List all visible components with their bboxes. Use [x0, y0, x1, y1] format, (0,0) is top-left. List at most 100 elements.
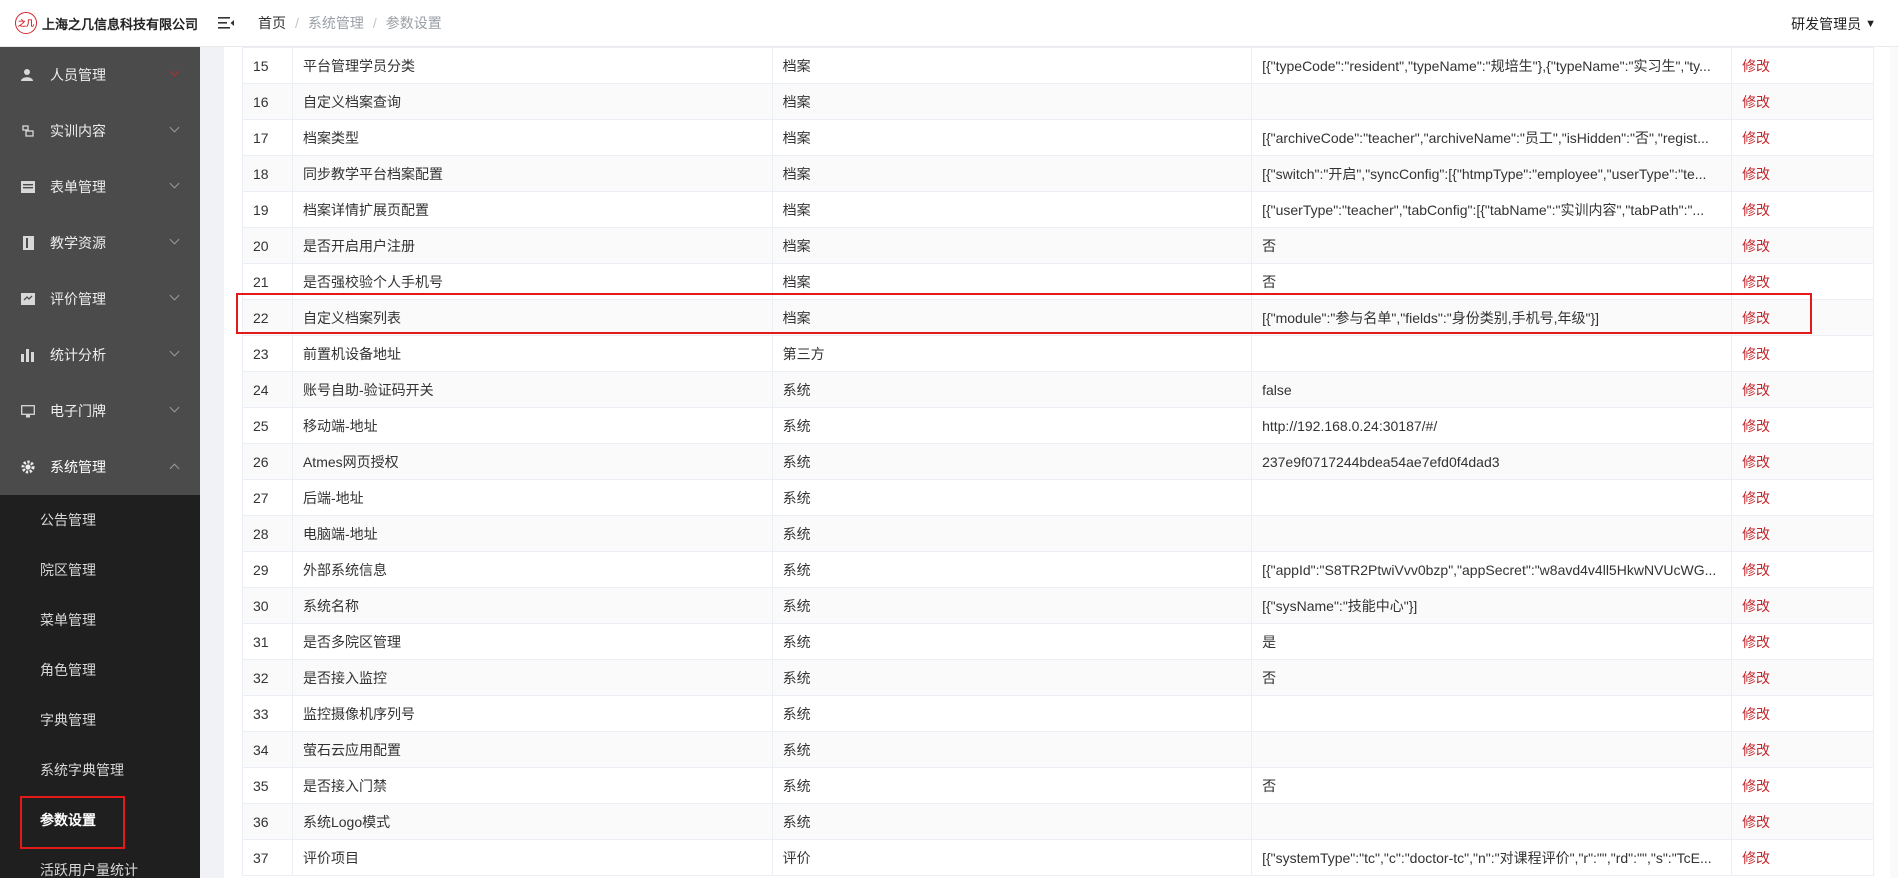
param-value: 237e9f0717244bdea54ae7efd0f4dad3 [1251, 443, 1733, 480]
sidebar-item-system[interactable]: 系统管理 [0, 439, 200, 495]
edit-link[interactable]: 修改 [1742, 814, 1770, 830]
edit-link[interactable]: 修改 [1742, 346, 1770, 362]
edit-link[interactable]: 修改 [1742, 382, 1770, 398]
edit-link[interactable]: 修改 [1742, 490, 1770, 506]
edit-link[interactable]: 修改 [1742, 706, 1770, 722]
operation-cell: 修改 [1731, 119, 1874, 156]
param-value [1251, 803, 1733, 840]
edit-link[interactable]: 修改 [1742, 778, 1770, 794]
param-type: 档案 [771, 299, 1253, 336]
sidebar-item-resources[interactable]: 教学资源 [0, 215, 200, 271]
menu-toggle-icon[interactable] [214, 0, 238, 47]
row-number: 32 [242, 659, 293, 696]
edit-link[interactable]: 修改 [1742, 634, 1770, 650]
gear-icon [20, 459, 36, 475]
table-row: 36 系统Logo模式 系统 修改 [242, 803, 1874, 840]
param-value: 否 [1251, 767, 1733, 804]
submenu-item-parameters[interactable]: 参数设置 [0, 795, 200, 849]
edit-link[interactable]: 修改 [1742, 454, 1770, 470]
logo[interactable]: 之几 上海之几信息科技有限公司 [0, 0, 200, 47]
parameter-table: 15 平台管理学员分类 档案 [{"typeCode":"resident","typ… [242, 47, 1874, 876]
scrollbar[interactable] [1890, 47, 1898, 878]
operation-cell: 修改 [1731, 371, 1874, 408]
row-number: 22 [242, 299, 293, 336]
submenu-item-announcement[interactable]: 公告管理 [0, 495, 200, 545]
submenu-item-campus[interactable]: 院区管理 [0, 545, 200, 595]
edit-link[interactable]: 修改 [1742, 742, 1770, 758]
top-header: 之几 上海之几信息科技有限公司 首页 / 系统管理 / 参数设置 研发管理员 ▼ [0, 0, 1898, 47]
edit-link[interactable]: 修改 [1742, 130, 1770, 146]
table-row: 19 档案详情扩展页配置 档案 [{"userType":"teacher","tab… [242, 191, 1874, 228]
operation-cell: 修改 [1731, 551, 1874, 588]
param-name: 自定义档案列表 [291, 299, 773, 336]
chevron-down-icon [169, 346, 180, 357]
table-row: 29 外部系统信息 系统 [{"appId":"S8TR2PtwiVvv0bzp","… [242, 551, 1874, 588]
chevron-down-icon [169, 234, 180, 245]
operation-cell: 修改 [1731, 335, 1874, 372]
param-value: 否 [1251, 263, 1733, 300]
row-number: 36 [242, 803, 293, 840]
edit-link[interactable]: 修改 [1742, 310, 1770, 326]
edit-link[interactable]: 修改 [1742, 238, 1770, 254]
param-name: 是否强校验个人手机号 [291, 263, 773, 300]
param-type: 档案 [771, 83, 1253, 120]
chevron-up-icon [169, 463, 180, 474]
edit-link[interactable]: 修改 [1742, 58, 1770, 74]
sidebar-item-label: 评价管理 [50, 291, 106, 307]
submenu-item-menu[interactable]: 菜单管理 [0, 595, 200, 645]
edit-link[interactable]: 修改 [1742, 202, 1770, 218]
edit-link[interactable]: 修改 [1742, 562, 1770, 578]
user-menu[interactable]: 研发管理员 ▼ [1791, 0, 1876, 47]
param-type: 档案 [771, 263, 1253, 300]
param-value: [{"module":"参与名单","fields":"身份类别,手机号,年级"… [1251, 299, 1733, 336]
submenu-item-role[interactable]: 角色管理 [0, 645, 200, 695]
edit-link[interactable]: 修改 [1742, 166, 1770, 182]
edit-link[interactable]: 修改 [1742, 850, 1770, 866]
param-name: 档案详情扩展页配置 [291, 191, 773, 228]
active-item-highlight [20, 796, 125, 849]
edit-link[interactable]: 修改 [1742, 94, 1770, 110]
param-value: 否 [1251, 227, 1733, 264]
param-type: 系统 [771, 407, 1253, 444]
edit-link[interactable]: 修改 [1742, 670, 1770, 686]
param-type: 系统 [771, 659, 1253, 696]
sidebar-item-door-sign[interactable]: 电子门牌 [0, 383, 200, 439]
operation-cell: 修改 [1731, 443, 1874, 480]
param-name: 档案类型 [291, 119, 773, 156]
param-type: 系统 [771, 551, 1253, 588]
submenu-item-active-users[interactable]: 活跃用户量统计 [0, 845, 200, 878]
sidebar-item-evaluation[interactable]: 评价管理 [0, 271, 200, 327]
param-name: 监控摄像机序列号 [291, 695, 773, 732]
table-row: 22 自定义档案列表 档案 [{"module":"参与名单","fields":"身… [242, 299, 1874, 336]
param-name: 移动端-地址 [291, 407, 773, 444]
row-number: 23 [242, 335, 293, 372]
param-name: 自定义档案查询 [291, 83, 773, 120]
breadcrumb-home[interactable]: 首页 [258, 13, 286, 33]
table-row: 33 监控摄像机序列号 系统 修改 [242, 695, 1874, 732]
edit-link[interactable]: 修改 [1742, 526, 1770, 542]
param-value: [{"archiveCode":"teacher","archiveName":… [1251, 119, 1733, 156]
breadcrumb-system: 系统管理 [307, 15, 364, 31]
sidebar-item-label: 电子门牌 [50, 403, 106, 419]
param-name: Atmes网页授权 [291, 443, 773, 480]
edit-link[interactable]: 修改 [1742, 274, 1770, 290]
row-number: 17 [242, 119, 293, 156]
sidebar-item-personnel[interactable]: 人员管理 [0, 47, 200, 103]
submenu-item-system-dictionary[interactable]: 系统字典管理 [0, 745, 200, 795]
param-value [1251, 335, 1733, 372]
param-name: 外部系统信息 [291, 551, 773, 588]
submenu-item-dictionary[interactable]: 字典管理 [0, 695, 200, 745]
param-value [1251, 479, 1733, 516]
param-value: [{"systemType":"tc","c":"doctor-tc","n":… [1251, 839, 1733, 876]
param-type: 系统 [771, 443, 1253, 480]
row-number: 29 [242, 551, 293, 588]
row-number: 16 [242, 83, 293, 120]
edit-link[interactable]: 修改 [1742, 418, 1770, 434]
sidebar-item-training[interactable]: 实训内容 [0, 103, 200, 159]
sidebar-item-statistics[interactable]: 统计分析 [0, 327, 200, 383]
sidebar-item-forms[interactable]: 表单管理 [0, 159, 200, 215]
row-number: 15 [242, 47, 293, 84]
table-row: 31 是否多院区管理 系统是修改 [242, 623, 1874, 660]
chevron-down-icon [169, 178, 180, 189]
edit-link[interactable]: 修改 [1742, 598, 1770, 614]
